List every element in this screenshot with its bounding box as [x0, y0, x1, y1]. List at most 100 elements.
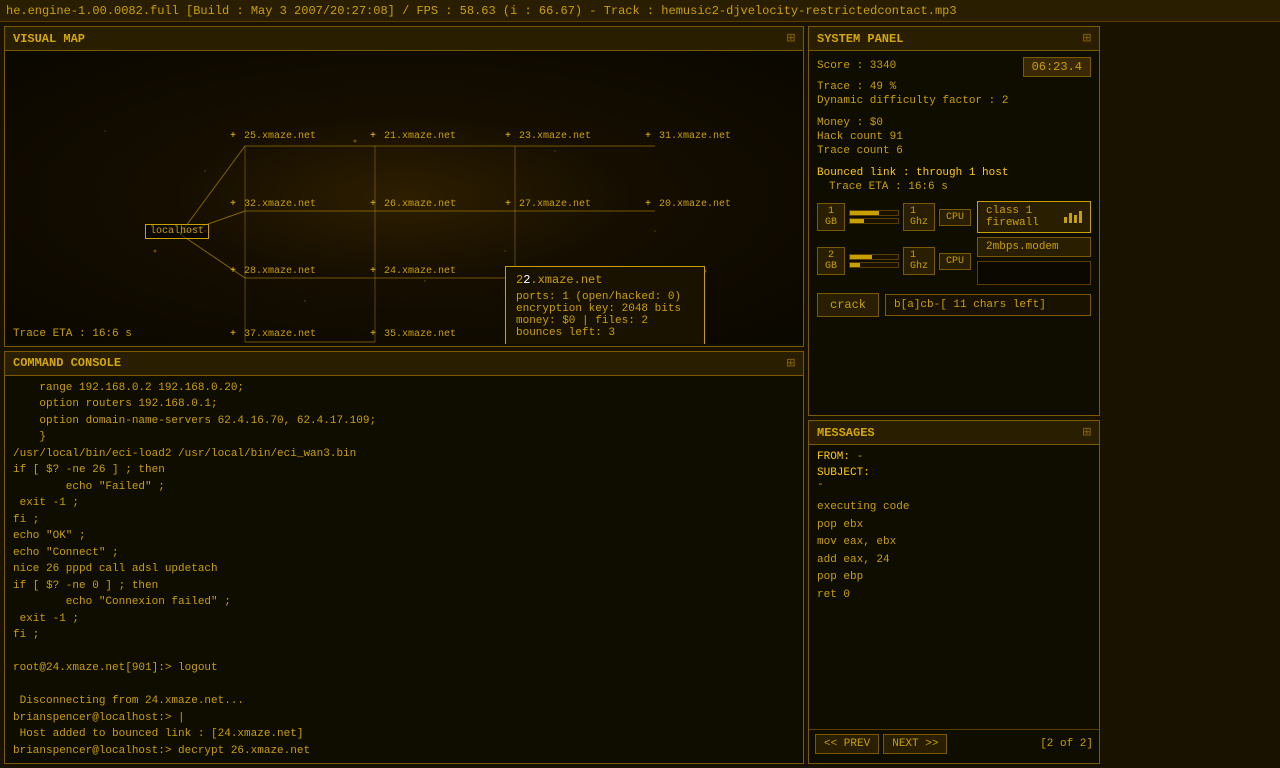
- node-23[interactable]: 23.xmaze.net: [505, 131, 591, 142]
- timer-button[interactable]: 06:23.4: [1023, 57, 1091, 77]
- console-line-15: fi ;: [13, 627, 795, 644]
- firewall-label: class 1 firewall: [986, 205, 1060, 229]
- hw-row-2: 2GB 1 Ghz CPU: [817, 237, 1091, 285]
- fw-bar-4: [1079, 211, 1082, 223]
- mem1-bar-1: [849, 210, 899, 216]
- trace-eta-row: Trace ETA : 16:6 s: [817, 181, 1091, 193]
- node-24[interactable]: 24.xmaze.net: [370, 266, 456, 277]
- visual-map-header: VISUAL MAP ⊞: [5, 27, 803, 51]
- code-line-2: mov eax, ebx: [817, 534, 1091, 552]
- messages-header: MESSAGES ⊞: [809, 421, 1099, 445]
- system-panel: SYSTEM PANEL ⊞ Score : 3340 06:23.4 Trac…: [808, 26, 1100, 416]
- console-line-11: nice 26 pppd call adsl updetach: [13, 561, 795, 578]
- left-column: VISUAL MAP ⊞: [4, 26, 804, 764]
- console-line-20: brianspencer@localhost:> |: [13, 710, 795, 727]
- subject-label: SUBJECT:: [817, 467, 870, 479]
- bounced-row: Bounced link : through 1 host: [817, 167, 1091, 179]
- subject-value: -: [817, 479, 824, 491]
- mem1-bar-2: [849, 218, 899, 224]
- console-corner-icon: ⊞: [787, 355, 795, 372]
- node-31-label: 31.xmaze.net: [659, 131, 731, 142]
- main-layout: VISUAL MAP ⊞: [0, 22, 1280, 768]
- console-line-0: range 192.168.0.2 192.168.0.20;: [13, 380, 795, 397]
- difficulty-label: Dynamic difficulty factor : 2: [817, 95, 1008, 107]
- command-console-title: COMMAND CONSOLE: [13, 356, 121, 370]
- visual-map-corner-icon: ⊞: [787, 30, 795, 47]
- console-line-16: [13, 644, 795, 661]
- mem1-fill-2: [850, 219, 864, 223]
- node-35[interactable]: 35.xmaze.net: [370, 329, 456, 340]
- money-row: Money : $0: [817, 117, 1091, 129]
- console-line-7: exit -1 ;: [13, 495, 795, 512]
- console-line-18: [13, 677, 795, 694]
- console-line-19: Disconnecting from 24.xmaze.net...: [13, 693, 795, 710]
- next-button[interactable]: NEXT >>: [883, 734, 947, 754]
- firewall-bars: [1064, 211, 1082, 223]
- hw-row-1: 1GB 1 Ghz CPU: [817, 201, 1091, 233]
- node-20[interactable]: 20.xmaze.net: [645, 199, 731, 210]
- score-label: Score : 3340: [817, 60, 896, 72]
- node-28[interactable]: 28.xmaze.net: [230, 266, 316, 277]
- node-26-label: 26.xmaze.net: [384, 199, 456, 210]
- system-corner-icon: ⊞: [1083, 30, 1091, 47]
- tooltip-bounces: bounces left: 3: [516, 327, 694, 339]
- node-23-label: 23.xmaze.net: [519, 131, 591, 142]
- node-32[interactable]: 32.xmaze.net: [230, 199, 316, 210]
- trace-count-row: Trace count 6: [817, 145, 1091, 157]
- cpu1-label: CPU: [939, 209, 971, 226]
- console-line-5: if [ $? -ne 26 ] ; then: [13, 462, 795, 479]
- node-26[interactable]: 26.xmaze.net: [370, 199, 456, 210]
- console-line-3: }: [13, 429, 795, 446]
- crack-button[interactable]: crack: [817, 293, 879, 317]
- visual-map-panel: VISUAL MAP ⊞: [4, 26, 804, 347]
- code-line-5: ret 0: [817, 587, 1091, 605]
- hack-count-row: Hack count 91: [817, 131, 1091, 143]
- tooltip-encryption: encryption key: 2048 bits: [516, 303, 694, 315]
- node-32-label: 32.xmaze.net: [244, 199, 316, 210]
- right-column: SYSTEM PANEL ⊞ Score : 3340 06:23.4 Trac…: [808, 26, 1100, 764]
- messages-title: MESSAGES: [817, 426, 875, 440]
- tooltip-title: 22.xmaze.net: [516, 273, 694, 287]
- crack-input[interactable]: [885, 294, 1091, 316]
- node-31[interactable]: 31.xmaze.net: [645, 131, 731, 142]
- node-25[interactable]: 25.xmaze.net: [230, 131, 316, 142]
- hw-dark-box: [977, 261, 1091, 285]
- cpu2-speed: 1 Ghz: [903, 247, 935, 275]
- console-line-6: echo "Failed" ;: [13, 479, 795, 496]
- trace-eta-sys-label: Trace ETA : 16:6 s: [829, 181, 948, 193]
- console-line-10: echo "Connect" ;: [13, 545, 795, 562]
- mem2-fill-1: [850, 255, 872, 259]
- localhost-node[interactable]: localhost: [145, 224, 209, 239]
- node-37[interactable]: 37.xmaze.net: [230, 329, 316, 340]
- command-console-panel: COMMAND CONSOLE ⊞ range 192.168.0.2 192.…: [4, 351, 804, 765]
- command-console-header: COMMAND CONSOLE ⊞: [5, 352, 803, 376]
- node-21-label: 21.xmaze.net: [384, 131, 456, 142]
- mem1-bars: [849, 210, 899, 224]
- map-content: localhost 25.xmaze.net 21.xmaze.net 23.x…: [5, 51, 803, 344]
- console-content[interactable]: range 192.168.0.2 192.168.0.20; option r…: [5, 376, 803, 762]
- trace-count-label: Trace count 6: [817, 145, 903, 157]
- trace-label: Trace : 49 %: [817, 81, 896, 93]
- bottom-controls: crack: [817, 293, 1091, 317]
- code-line-3: add eax, 24: [817, 552, 1091, 570]
- node-21[interactable]: 21.xmaze.net: [370, 131, 456, 142]
- visual-map-title: VISUAL MAP: [13, 32, 85, 46]
- modem-display: 2mbps.modem: [977, 237, 1091, 257]
- system-content: Score : 3340 06:23.4 Trace : 49 % Dynami…: [809, 51, 1099, 413]
- console-line-8: fi ;: [13, 512, 795, 529]
- code-block: executing code pop ebx mov eax, ebx add …: [817, 499, 1091, 605]
- from-value: -: [857, 451, 864, 463]
- mem2-bar-1: [849, 254, 899, 260]
- hack-count-label: Hack count 91: [817, 131, 903, 143]
- messages-corner-icon: ⊞: [1083, 424, 1091, 441]
- prev-button[interactable]: << PREV: [815, 734, 879, 754]
- score-row: Score : 3340 06:23.4: [817, 57, 1091, 77]
- system-panel-header: SYSTEM PANEL ⊞: [809, 27, 1099, 51]
- node-25-label: 25.xmaze.net: [244, 131, 316, 142]
- system-panel-title: SYSTEM PANEL: [817, 32, 903, 46]
- console-line-9: echo "OK" ;: [13, 528, 795, 545]
- console-line-14: exit -1 ;: [13, 611, 795, 628]
- tooltip-money: money: $0 | files: 2: [516, 315, 694, 327]
- node-27[interactable]: 27.xmaze.net: [505, 199, 591, 210]
- code-line-1: pop ebx: [817, 517, 1091, 535]
